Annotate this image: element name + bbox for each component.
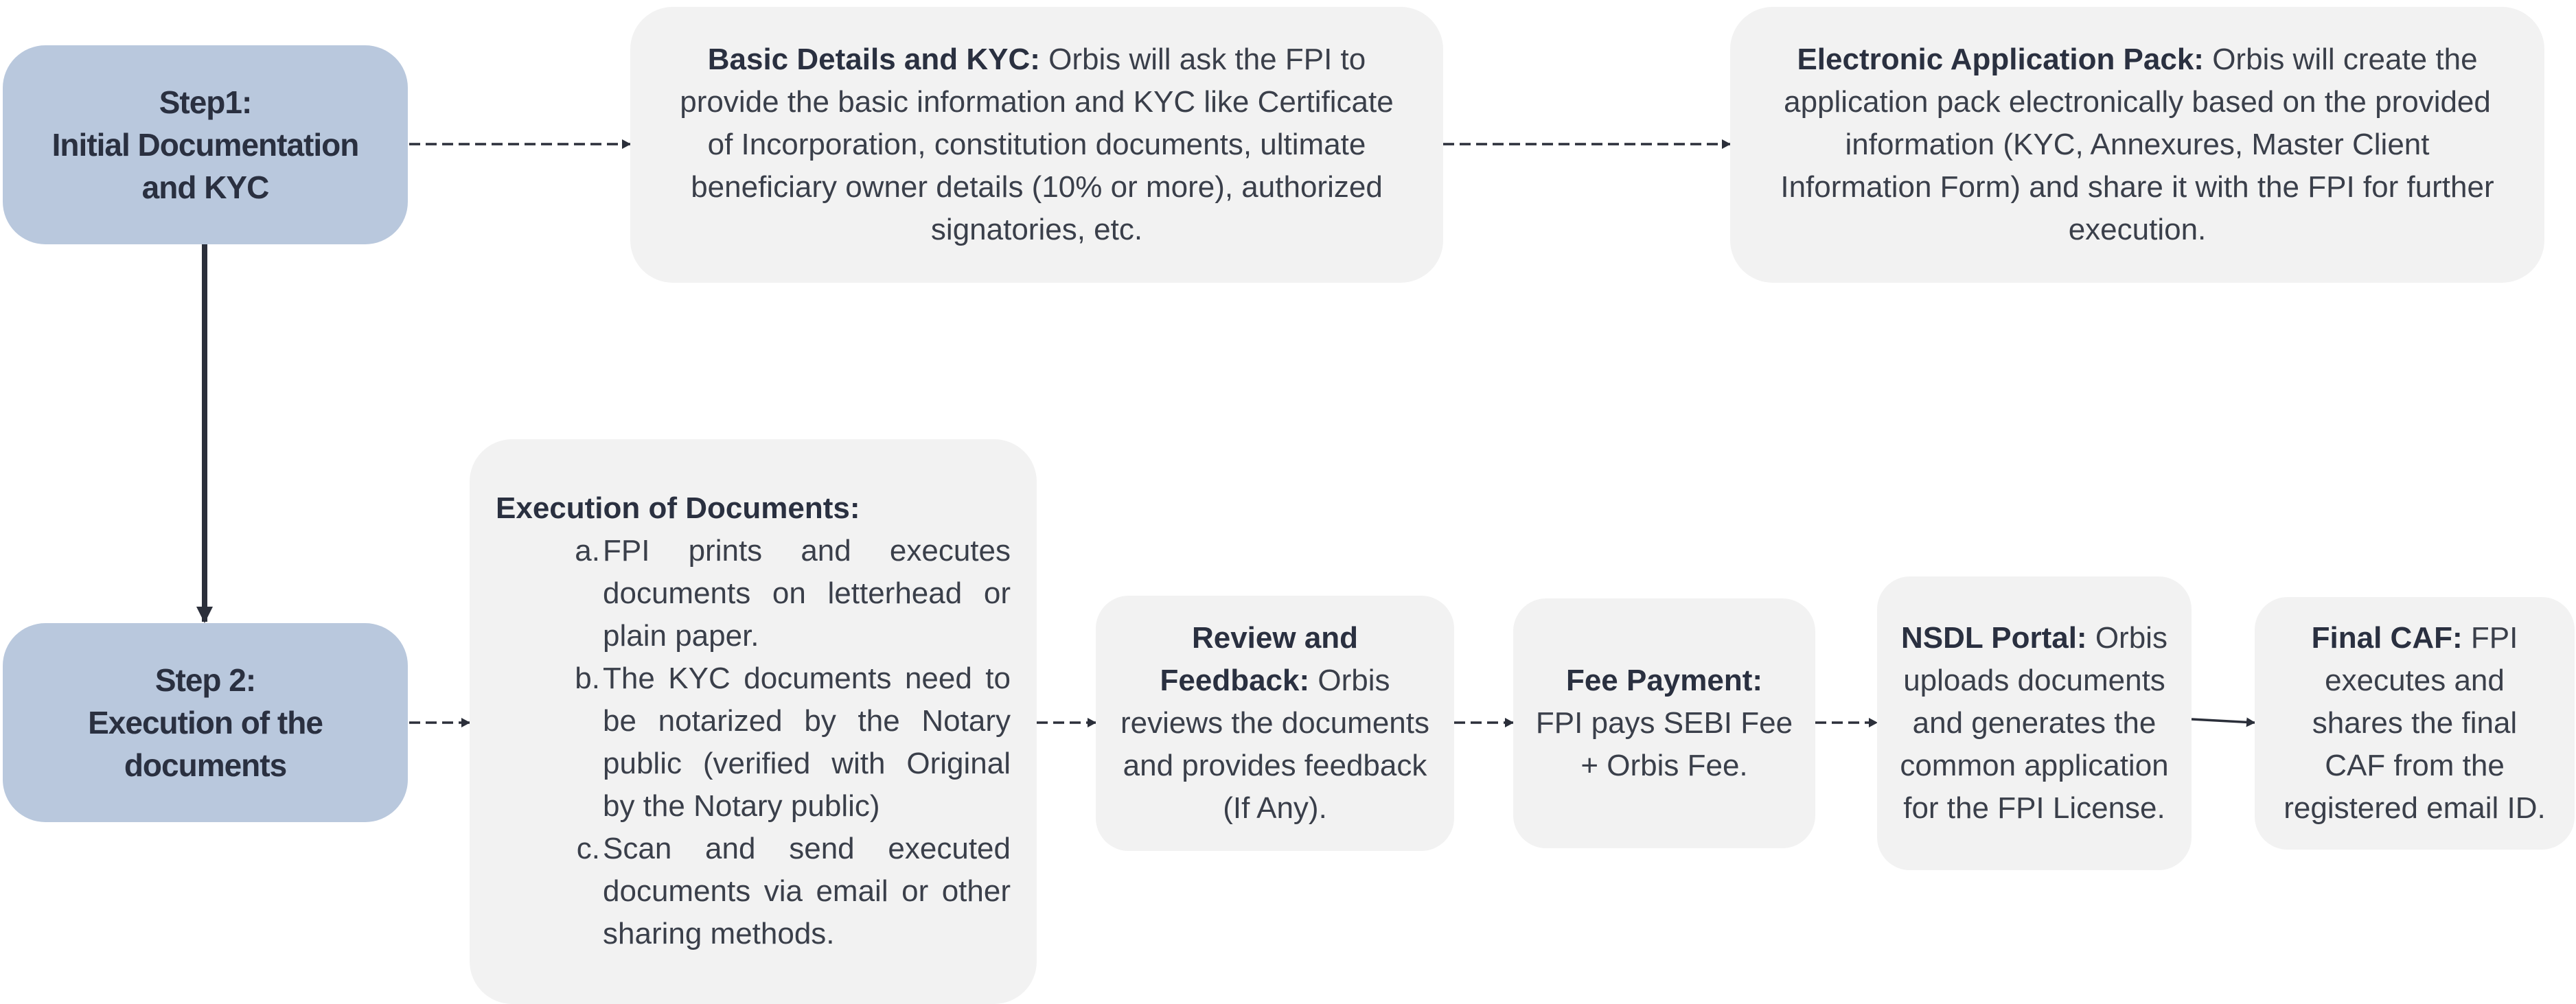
execution-docs-title: Execution of Documents: <box>496 491 860 525</box>
list-marker: a. <box>575 534 600 568</box>
list-item-text: Scan and send executed documents via ema… <box>603 832 1011 950</box>
final-caf-title: Final CAF: <box>2311 621 2463 655</box>
final-caf-text: Final CAF: FPI executes and shares the f… <box>2279 617 2550 830</box>
fee-payment-title: Fee Payment: <box>1565 664 1763 697</box>
execution-docs-card: Execution of Documents: a. FPI prints an… <box>470 439 1037 1004</box>
basic-kyc-text: Basic Details and KYC: Orbis will ask th… <box>673 38 1401 251</box>
basic-kyc-title: Basic Details and KYC: <box>707 43 1040 76</box>
nsdl-portal-text: NSDL Portal: Orbis uploads documents and… <box>1898 617 2171 830</box>
electronic-pack-title: Electronic Application Pack: <box>1797 43 2204 76</box>
step2-title-line: documents <box>124 747 287 783</box>
nsdl-portal-card: NSDL Portal: Orbis uploads documents and… <box>1877 576 2192 870</box>
step1-title-line: and KYC <box>141 170 270 205</box>
review-text: Review and Feedback: Orbis reviews the d… <box>1119 617 1431 830</box>
step1-title-line: Initial Documentation <box>51 127 360 163</box>
list-marker: b. <box>575 662 600 695</box>
electronic-pack-text: Electronic Application Pack: Orbis will … <box>1771 38 2503 251</box>
list-item: a. FPI prints and executes documents on … <box>564 530 1011 657</box>
step1-box: Step1: Initial Documentation and KYC <box>3 45 408 244</box>
basic-kyc-card: Basic Details and KYC: Orbis will ask th… <box>630 7 1443 283</box>
step2-box: Step 2: Execution of the documents <box>3 623 408 822</box>
list-item-text: FPI prints and executes documents on let… <box>603 534 1011 653</box>
execution-docs-list: a. FPI prints and executes documents on … <box>564 530 1011 955</box>
step2-title-line: Execution of the <box>88 705 323 740</box>
step1-label: Step1: <box>159 84 253 120</box>
nsdl-portal-title: NSDL Portal: <box>1901 621 2087 655</box>
connector-nsdl-to-final-caf <box>2191 717 2255 727</box>
list-item: c. Scan and send executed documents via … <box>564 828 1011 955</box>
step2-label: Step 2: <box>154 662 256 698</box>
fee-payment-card: Fee Payment: FPI pays SEBI Fee + Orbis F… <box>1513 598 1815 848</box>
review-card: Review and Feedback: Orbis reviews the d… <box>1096 596 1454 851</box>
list-item: b. The KYC documents need to be notarize… <box>564 657 1011 828</box>
final-caf-card: Final CAF: FPI executes and shares the f… <box>2255 597 2575 850</box>
fee-payment-body: FPI pays SEBI Fee + Orbis Fee. <box>1535 706 1793 782</box>
electronic-pack-card: Electronic Application Pack: Orbis will … <box>1730 7 2544 283</box>
list-marker: c. <box>576 832 600 865</box>
list-item-text: The KYC documents need to be notarized b… <box>603 662 1011 823</box>
